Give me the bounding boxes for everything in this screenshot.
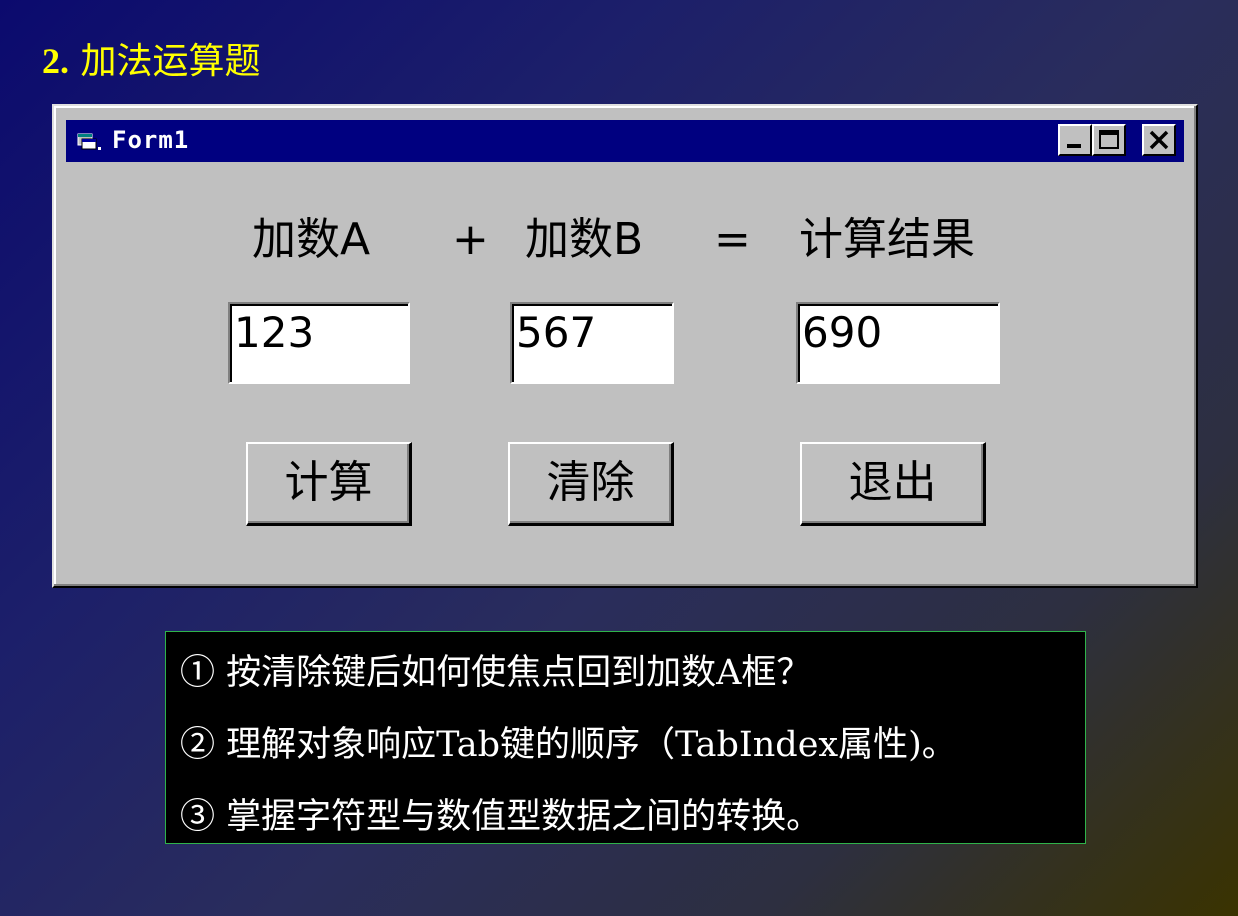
addend-b-label: 加数B [525, 214, 644, 265]
equals-sign: = [714, 214, 751, 265]
slide-title-text: 加法运算题 [80, 41, 261, 82]
window-title: Form1 [112, 126, 190, 154]
addend-a-label: 加数A [252, 214, 371, 265]
note-item-tabindex: ② 理解对象响应Tab键的顺序（TabIndex属性)。 [180, 725, 957, 765]
window-titlebar[interactable]: Form1 [66, 120, 1184, 162]
addend-a-input[interactable]: 123 [228, 302, 410, 384]
minimize-button[interactable] [1058, 124, 1092, 156]
form-window: Form1 加数A + 加数B = 计算结果 123 567 690 计算 清除… [52, 104, 1198, 588]
exit-button[interactable]: 退出 [800, 442, 986, 526]
slide-number: 2. [42, 41, 69, 81]
note-item-focus: ① 按清除键后如何使焦点回到加数A框？ [180, 653, 812, 693]
addend-b-input[interactable]: 567 [510, 302, 674, 384]
close-icon [1149, 130, 1169, 150]
maximize-icon [1099, 130, 1119, 149]
note-item-conversion: ③ 掌握字符型与数值型数据之间的转换。 [180, 797, 822, 837]
plus-sign: + [452, 214, 489, 265]
notes-box: ① 按清除键后如何使焦点回到加数A框？ ② 理解对象响应Tab键的顺序（TabI… [165, 631, 1086, 844]
minimize-icon [1067, 144, 1081, 148]
slide-title: 2. 加法运算题 [42, 32, 260, 84]
vb-form-icon [77, 133, 101, 150]
calculate-button[interactable]: 计算 [246, 442, 412, 526]
result-label: 计算结果 [799, 214, 975, 265]
clear-button[interactable]: 清除 [508, 442, 674, 526]
result-input[interactable]: 690 [796, 302, 1000, 384]
close-button[interactable] [1142, 124, 1176, 156]
maximize-button[interactable] [1092, 124, 1126, 156]
